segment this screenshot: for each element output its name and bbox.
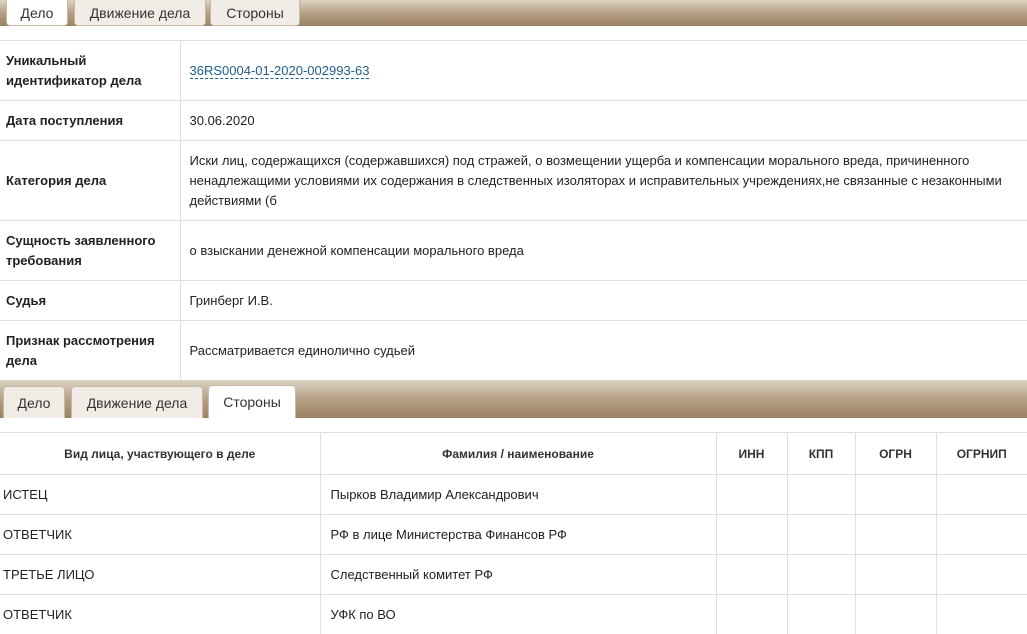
- table-row: ОТВЕТЧИК УФК по ВО: [0, 595, 1027, 634]
- ogrn-cell: [855, 595, 936, 634]
- ogrnip-cell: [936, 475, 1027, 515]
- party-type: ИСТЕЦ: [0, 475, 320, 515]
- kpp-cell: [787, 475, 855, 515]
- table-row: ОТВЕТЧИК РФ в лице Министерства Финансов…: [0, 515, 1027, 555]
- row-uid: Уникальный идентификатор дела 36RS0004-0…: [0, 41, 1027, 101]
- date-label: Дата поступления: [0, 101, 180, 141]
- essence-label: Сущность заявленного требования: [0, 221, 180, 281]
- ogrn-cell: [855, 475, 936, 515]
- ogrn-cell: [855, 555, 936, 595]
- judge-value: Гринберг И.В.: [180, 281, 1027, 321]
- header-kpp: КПП: [787, 433, 855, 475]
- ogrnip-cell: [936, 515, 1027, 555]
- uid-link[interactable]: 36RS0004-01-2020-002993-63: [190, 63, 370, 79]
- judge-label: Судья: [0, 281, 180, 321]
- parties-header-row: Вид лица, участвующего в деле Фамилия / …: [0, 433, 1027, 475]
- tab-case-movement[interactable]: Движение дела: [74, 0, 206, 26]
- ogrnip-cell: [936, 555, 1027, 595]
- inn-cell: [716, 475, 787, 515]
- row-judge: Судья Гринберг И.В.: [0, 281, 1027, 321]
- kpp-cell: [787, 515, 855, 555]
- tab-case-movement-2[interactable]: Движение дела: [71, 386, 203, 418]
- parties-tab-bar: Дело Движение дела Стороны: [0, 380, 1027, 418]
- consideration-label: Признак рассмотрения дела: [0, 321, 180, 381]
- essence-value: о взыскании денежной компенсации моральн…: [180, 221, 1027, 281]
- party-name: Пырков Владимир Александрович: [320, 475, 716, 515]
- consideration-value: Рассматривается единолично судьей: [180, 321, 1027, 381]
- tab-parties-2[interactable]: Стороны: [208, 385, 296, 418]
- table-row: ИСТЕЦ Пырков Владимир Александрович: [0, 475, 1027, 515]
- row-consideration: Признак рассмотрения дела Рассматриваетс…: [0, 321, 1027, 381]
- case-info-table: Уникальный идентификатор дела 36RS0004-0…: [0, 40, 1027, 381]
- inn-cell: [716, 555, 787, 595]
- kpp-cell: [787, 555, 855, 595]
- party-type: ОТВЕТЧИК: [0, 515, 320, 555]
- header-party-name: Фамилия / наименование: [320, 433, 716, 475]
- date-value: 30.06.2020: [180, 101, 1027, 141]
- table-row: ТРЕТЬЕ ЛИЦО Следственный комитет РФ: [0, 555, 1027, 595]
- row-date: Дата поступления 30.06.2020: [0, 101, 1027, 141]
- party-type: ТРЕТЬЕ ЛИЦО: [0, 555, 320, 595]
- category-label: Категория дела: [0, 141, 180, 221]
- ogrnip-cell: [936, 595, 1027, 634]
- row-category: Категория дела Иски лиц, содержащихся (с…: [0, 141, 1027, 221]
- top-tab-bar: Дело Движение дела Стороны: [0, 0, 1027, 26]
- tab-case[interactable]: Дело: [6, 0, 68, 26]
- category-value: Иски лиц, содержащихся (содержавшихся) п…: [180, 141, 1027, 221]
- header-ogrn: ОГРН: [855, 433, 936, 475]
- inn-cell: [716, 515, 787, 555]
- header-inn: ИНН: [716, 433, 787, 475]
- party-name: УФК по ВО: [320, 595, 716, 634]
- tab-case-2[interactable]: Дело: [3, 386, 65, 418]
- inn-cell: [716, 595, 787, 634]
- uid-label: Уникальный идентификатор дела: [0, 41, 180, 101]
- header-party-type: Вид лица, участвующего в деле: [0, 433, 320, 475]
- tab-parties[interactable]: Стороны: [210, 0, 300, 26]
- party-name: Следственный комитет РФ: [320, 555, 716, 595]
- header-ogrnip: ОГРНИП: [936, 433, 1027, 475]
- party-type: ОТВЕТЧИК: [0, 595, 320, 634]
- parties-table: Вид лица, участвующего в деле Фамилия / …: [0, 432, 1027, 634]
- ogrn-cell: [855, 515, 936, 555]
- party-name: РФ в лице Министерства Финансов РФ: [320, 515, 716, 555]
- row-essence: Сущность заявленного требования о взыска…: [0, 221, 1027, 281]
- kpp-cell: [787, 595, 855, 634]
